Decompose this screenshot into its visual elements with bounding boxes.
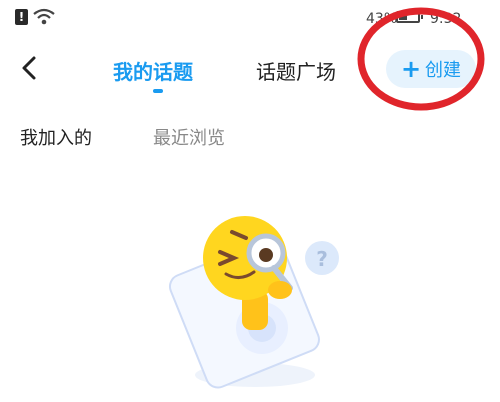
subtab-joined[interactable]: 我加入的 (20, 124, 92, 150)
question-mark-bubble: ? (316, 247, 328, 271)
red-annotation-circle (357, 7, 485, 111)
sub-tabs: 我加入的 最近浏览 (0, 124, 500, 154)
tab-topic-square[interactable]: 话题广场 (256, 56, 336, 85)
wifi-icon (33, 8, 55, 25)
emoji-magnifier-illustration: ? (168, 216, 339, 389)
back-chevron-icon[interactable] (14, 52, 46, 84)
subtab-recent[interactable]: 最近浏览 (153, 124, 225, 150)
tab-my-topics[interactable]: 我的话题 (113, 56, 193, 85)
alert-icon: ! (15, 9, 28, 25)
tab-selected-indicator (153, 89, 163, 93)
